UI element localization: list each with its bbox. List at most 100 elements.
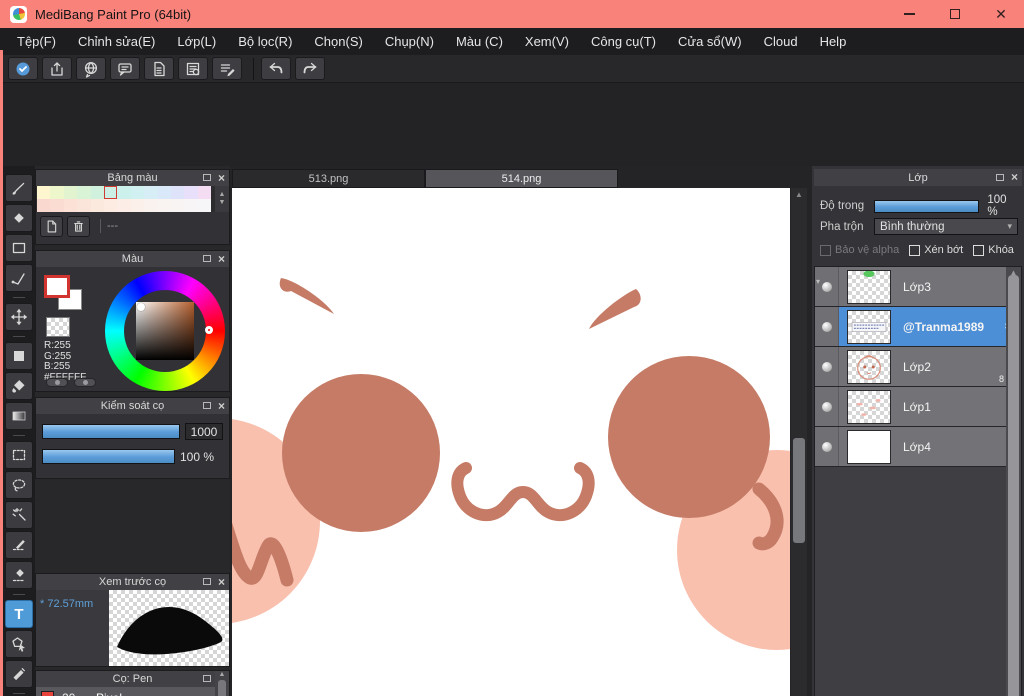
palette-swatch[interactable] xyxy=(184,199,198,212)
palette-swatch[interactable] xyxy=(103,199,118,212)
layer-visibility-cell[interactable] xyxy=(815,267,839,306)
layer-row-content[interactable]: Lớp4 xyxy=(839,427,1021,466)
palette-swatch[interactable] xyxy=(117,199,131,212)
grid-edit-icon[interactable] xyxy=(212,57,242,80)
brush-size-value[interactable]: 1000 xyxy=(185,423,223,440)
palette-swatch[interactable] xyxy=(63,199,78,212)
color-mode-button[interactable] xyxy=(46,378,68,387)
drawing-canvas[interactable] xyxy=(232,188,790,696)
scroll-thumb[interactable] xyxy=(1008,275,1019,696)
layer-visibility-cell[interactable] xyxy=(815,307,839,346)
saturation-value-square[interactable] xyxy=(136,302,194,360)
tool-bucket-icon[interactable] xyxy=(5,372,33,400)
close-icon[interactable]: × xyxy=(218,398,225,414)
checkbox-box[interactable] xyxy=(973,244,985,256)
new-palette-page-button[interactable] xyxy=(40,215,63,237)
comment-icon[interactable] xyxy=(110,57,140,80)
tab-514[interactable]: 514.png xyxy=(425,169,618,188)
visibility-dot-icon[interactable] xyxy=(821,401,832,412)
menu-item-11[interactable]: Help xyxy=(809,28,858,55)
maximize-button[interactable] xyxy=(932,0,978,28)
undo-icon[interactable] xyxy=(261,57,291,80)
layer-row[interactable]: @Tranma1989⚙ xyxy=(815,307,1021,347)
tool-divide-icon[interactable] xyxy=(5,660,33,688)
layer-row[interactable]: Lớp2 8 xyxy=(815,347,1021,387)
hue-cursor[interactable] xyxy=(205,326,213,334)
brush-list-scrollbar[interactable]: ▲▼ xyxy=(215,671,229,696)
tool-eraser-icon[interactable] xyxy=(5,204,33,232)
palette-swatch[interactable] xyxy=(170,199,185,212)
tool-brush-icon[interactable] xyxy=(5,174,33,202)
palette-swatch[interactable] xyxy=(197,199,212,212)
tool-select-pen-icon[interactable] xyxy=(5,531,33,559)
scroll-up-icon[interactable]: ▲ xyxy=(219,671,226,678)
delete-color-button[interactable] xyxy=(67,215,90,237)
close-icon[interactable]: × xyxy=(218,251,225,267)
publish-icon[interactable] xyxy=(42,57,72,80)
layer-visibility-cell[interactable] xyxy=(815,387,839,426)
palette-swatch[interactable] xyxy=(77,186,91,199)
foreground-color-swatch[interactable] xyxy=(44,275,70,298)
tool-shape-operate-icon[interactable] xyxy=(5,630,33,658)
menu-item-5[interactable]: Chụp(N) xyxy=(374,28,445,55)
brush-opacity-slider[interactable] xyxy=(42,449,175,464)
minimize-button[interactable] xyxy=(886,0,932,28)
palette-swatch[interactable] xyxy=(157,199,171,212)
layer-list-scroll-icon[interactable]: ▾ xyxy=(816,277,820,286)
checkbox-2[interactable]: Khóa xyxy=(973,244,1014,256)
close-icon[interactable]: × xyxy=(1011,169,1018,186)
menu-item-1[interactable]: Chỉnh sửa(E) xyxy=(67,28,166,55)
menu-item-7[interactable]: Xem(V) xyxy=(514,28,580,55)
menu-item-6[interactable]: Màu (C) xyxy=(445,28,514,55)
palette-swatch[interactable] xyxy=(184,186,198,199)
tool-rect-select-icon[interactable] xyxy=(5,234,33,262)
palette-swatch[interactable] xyxy=(197,186,212,199)
palette-swatch[interactable] xyxy=(77,199,91,212)
scroll-thumb[interactable] xyxy=(218,680,226,696)
checkbox-1[interactable]: Xén bớt xyxy=(909,244,963,256)
chat-globe-icon[interactable] xyxy=(76,57,106,80)
menu-item-2[interactable]: Lớp(L) xyxy=(166,28,227,55)
popout-icon[interactable] xyxy=(203,675,211,682)
palette-swatch[interactable] xyxy=(63,186,78,199)
close-icon[interactable]: × xyxy=(218,574,225,590)
canvas-vertical-scrollbar[interactable]: ▲ ▼ xyxy=(791,188,807,696)
layer-row-content[interactable]: Lớp3 xyxy=(839,267,1021,306)
visibility-dot-icon[interactable] xyxy=(821,321,832,332)
palette-swatch[interactable] xyxy=(170,186,185,199)
sv-cursor[interactable] xyxy=(137,303,145,311)
scroll-down-icon[interactable]: ▼ xyxy=(219,199,226,207)
palette-swatch[interactable] xyxy=(117,186,131,199)
popout-icon[interactable] xyxy=(203,174,211,181)
scroll-up-icon[interactable]: ▲ xyxy=(791,190,807,199)
scroll-thumb[interactable] xyxy=(793,438,805,543)
title-bar[interactable]: MediBang Paint Pro (64bit) xyxy=(0,0,1024,28)
layer-row-content[interactable]: @Tranma1989⚙ xyxy=(839,307,1021,346)
menu-item-8[interactable]: Công cụ(T) xyxy=(580,28,667,55)
brush-row[interactable]: 20Pixel xyxy=(36,687,229,696)
layer-opacity-slider[interactable] xyxy=(874,199,980,213)
scroll-up-icon[interactable]: ▲ xyxy=(219,191,226,199)
palette-swatch[interactable] xyxy=(144,199,158,212)
color-wheel[interactable] xyxy=(105,271,225,391)
cloud-sync-icon[interactable] xyxy=(8,57,38,80)
tool-lasso-select-icon[interactable] xyxy=(5,471,33,499)
visibility-dot-icon[interactable] xyxy=(821,361,832,372)
history-list-icon[interactable] xyxy=(178,57,208,80)
palette-swatch[interactable] xyxy=(103,186,118,199)
redo-icon[interactable] xyxy=(295,57,325,80)
tool-select-eraser-icon[interactable] xyxy=(5,561,33,589)
tool-magic-wand-icon[interactable] xyxy=(5,501,33,529)
tool-polyline-pen-icon[interactable] xyxy=(5,264,33,292)
brush-size-slider[interactable] xyxy=(42,424,180,439)
palette-swatch[interactable] xyxy=(144,186,158,199)
tool-shape-fill-icon[interactable] xyxy=(5,342,33,370)
layer-list-scrollbar[interactable]: ▲ ▼ xyxy=(1006,267,1021,696)
menu-item-0[interactable]: Tệp(F) xyxy=(6,28,67,55)
close-button[interactable]: ✕ xyxy=(978,0,1024,28)
palette-swatch[interactable] xyxy=(50,199,64,212)
layer-row[interactable]: Lớp4 xyxy=(815,427,1021,467)
palette-swatch[interactable] xyxy=(37,186,51,199)
tool-gradient-icon[interactable] xyxy=(5,402,33,430)
visibility-dot-icon[interactable] xyxy=(821,441,832,452)
